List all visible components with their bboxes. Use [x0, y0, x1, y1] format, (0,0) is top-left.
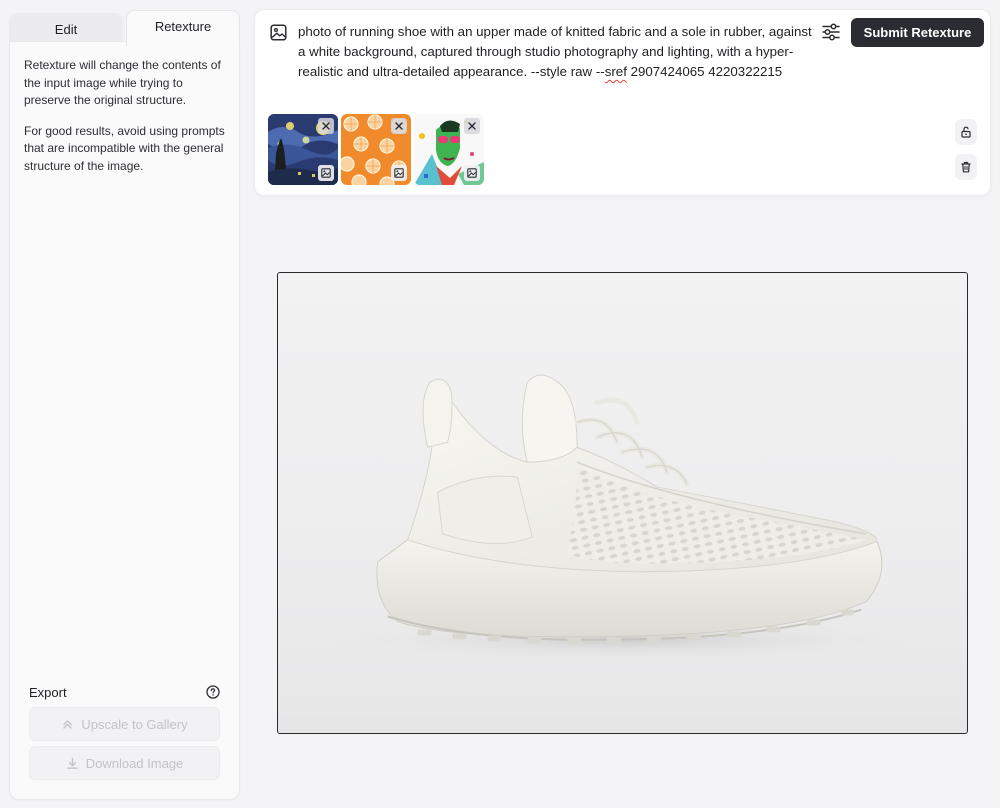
unlock-icon — [961, 126, 971, 138]
remove-image-button[interactable] — [391, 118, 407, 134]
retexture-tip: For good results, avoid using prompts th… — [24, 123, 225, 173]
prompt-card: photo of running shoe with an upper made… — [254, 9, 991, 196]
question-circle-icon[interactable] — [206, 685, 220, 699]
input-image-canvas[interactable] — [277, 272, 968, 734]
close-icon — [322, 122, 330, 130]
image-edit-icon — [321, 168, 331, 178]
image-edit-icon — [394, 168, 404, 178]
trash-icon — [961, 161, 971, 173]
tab-retexture[interactable]: Retexture — [126, 10, 240, 46]
submit-retexture-button[interactable]: Submit Retexture — [851, 18, 984, 47]
prompt-input[interactable]: photo of running shoe with an upper made… — [298, 22, 818, 82]
image-settings-button[interactable] — [464, 165, 480, 181]
upscale-to-gallery-button[interactable]: Upscale to Gallery — [29, 707, 220, 741]
orange-slices-thumbnail[interactable] — [341, 114, 411, 185]
download-label: Download Image — [85, 755, 184, 771]
image-edit-icon — [467, 168, 477, 178]
sidebar: Edit Retexture Retexture will change the… — [9, 10, 240, 800]
retexture-description: Retexture will change the contents of th… — [24, 58, 221, 107]
image-settings-button[interactable] — [318, 165, 334, 181]
pop-art-portrait-thumbnail[interactable] — [414, 114, 484, 185]
delete-button[interactable] — [955, 154, 977, 180]
running-shoe-image — [332, 374, 912, 662]
download-image-button[interactable]: Download Image — [29, 746, 220, 780]
image-icon[interactable] — [270, 24, 287, 41]
mode-tabs: Edit Retexture — [9, 10, 240, 46]
prompt-text-tail: 2907424065 4220322215 — [626, 64, 783, 79]
remove-image-button[interactable] — [464, 118, 480, 134]
export-header: Export — [29, 681, 220, 703]
double-chevron-up-icon — [63, 719, 73, 729]
image-settings-button[interactable] — [391, 165, 407, 181]
retexture-panel: Retexture will change the contents of th… — [9, 41, 240, 800]
upscale-label: Upscale to Gallery — [81, 716, 188, 732]
close-icon — [395, 122, 403, 130]
close-icon — [468, 122, 476, 130]
sliders-icon[interactable] — [821, 23, 841, 41]
starry-night-thumbnail[interactable] — [268, 114, 338, 185]
export-label: Export — [29, 684, 67, 700]
unlock-button[interactable] — [955, 119, 977, 145]
download-icon — [67, 757, 78, 769]
remove-image-button[interactable] — [318, 118, 334, 134]
prompt-text-flagged: sref — [604, 64, 627, 79]
